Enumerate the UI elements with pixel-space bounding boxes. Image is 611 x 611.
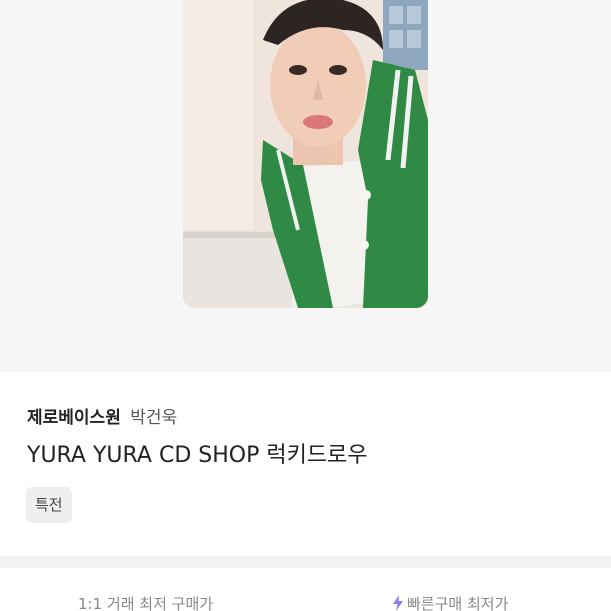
artist-line: 제로베이스원 박건욱 [27,407,177,429]
product-info: 제로베이스원 박건욱 YURA YURA CD SHOP 럭키드로우 특전 [0,372,611,556]
quick-buy-price-tab[interactable]: 빠른구매 최저가 [392,594,508,611]
lightning-bolt-icon [393,595,403,611]
product-detail-page: 제로베이스원 박건욱 YURA YURA CD SHOP 럭키드로우 특전 1:… [0,0,611,611]
quick-buy-label: 빠른구매 최저가 [407,595,509,611]
artist-name[interactable]: 제로베이스원 [27,408,121,428]
section-divider [0,556,611,568]
direct-trade-label: 1:1 거래 최저 구매가 [78,595,214,611]
photocard-image[interactable] [183,0,428,308]
category-tag[interactable]: 특전 [26,487,72,523]
photocard-photo [183,0,428,308]
price-tabs: 1:1 거래 최저 구매가 빠른구매 최저가 [0,568,611,611]
direct-trade-price-tab[interactable]: 1:1 거래 최저 구매가 [78,594,213,611]
member-name[interactable]: 박건욱 [130,408,177,428]
product-title: YURA YURA CD SHOP 럭키드로우 [27,443,368,468]
product-image-area [0,0,611,372]
